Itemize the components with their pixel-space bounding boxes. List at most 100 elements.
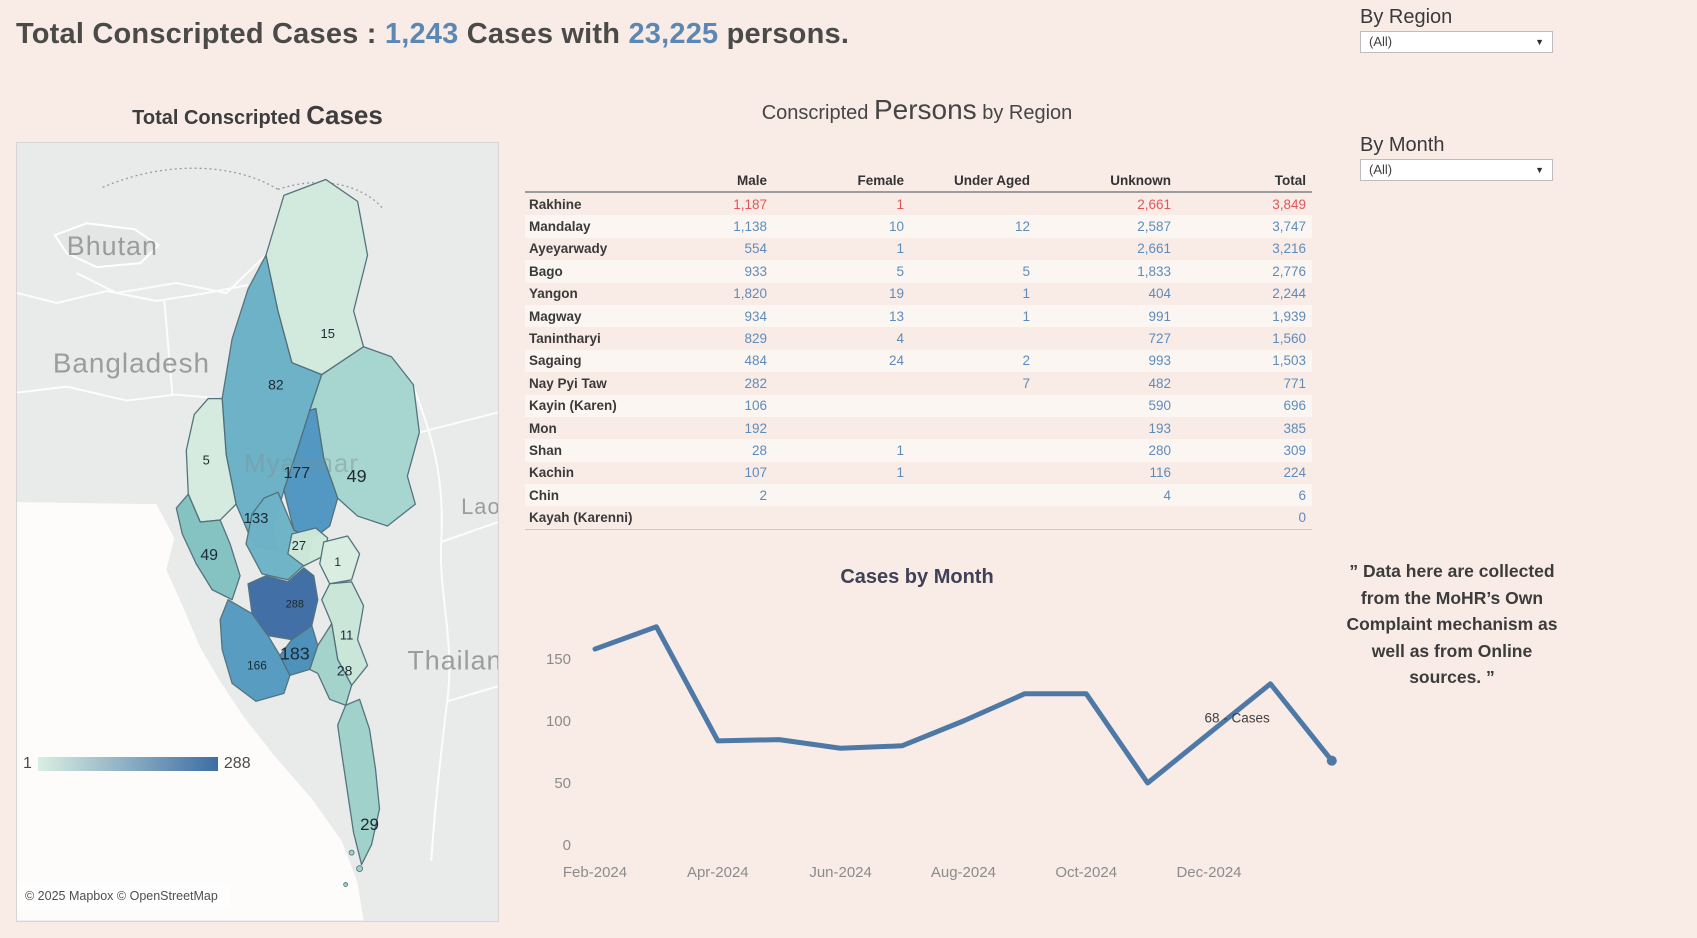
table-cell: 5	[773, 264, 910, 279]
table-row-rakhine[interactable]: Rakhine1,18712,6613,849	[525, 193, 1312, 215]
table-cell: 404	[1036, 286, 1177, 301]
table-cell: 590	[1036, 398, 1177, 413]
by-region-label: By Region	[1360, 6, 1452, 29]
table-cell: 2,776	[1177, 264, 1312, 279]
basemap-label-laos: Laos	[461, 494, 498, 519]
table-row-yangon[interactable]: Yangon1,8201914042,244	[525, 283, 1312, 305]
table-cell: 192	[657, 421, 773, 436]
table-row-kayin-karen-[interactable]: Kayin (Karen)106590696	[525, 395, 1312, 417]
region-name: Ayeyarwady	[525, 241, 657, 256]
map-region-value: 133	[244, 510, 269, 527]
table-cell: 1	[910, 309, 1036, 324]
x-axis-tick: Dec-2024	[1176, 864, 1241, 881]
map-region-value: 11	[340, 628, 353, 643]
title-prefix: Total Conscripted Cases :	[16, 18, 385, 50]
table-bottom-rule	[525, 529, 1312, 530]
region-name: Mon	[525, 421, 657, 436]
table-row-bago[interactable]: Bago933551,8332,776	[525, 260, 1312, 282]
table-title: Conscripted Persons by Region	[617, 94, 1217, 126]
map-region-value: 15	[321, 326, 335, 341]
map-title-prefix: Total Conscripted	[132, 107, 306, 129]
table-cell: 1	[773, 197, 910, 212]
table-row-tanintharyi[interactable]: Tanintharyi82947271,560	[525, 327, 1312, 349]
title-cases-count: 1,243	[385, 18, 459, 50]
table-cell: 3,747	[1177, 219, 1312, 234]
table-cell: 5	[910, 264, 1036, 279]
table-row-nay-pyi-taw[interactable]: Nay Pyi Taw2827482771	[525, 372, 1312, 394]
cases-trend-line	[595, 627, 1332, 783]
region-name: Tanintharyi	[525, 331, 657, 346]
map-region-value: 166	[247, 658, 267, 672]
map-region-value: 29	[360, 815, 379, 834]
table-row-mon[interactable]: Mon192 193385	[525, 417, 1312, 439]
table-row-magway[interactable]: Magway9341319911,939	[525, 305, 1312, 327]
table-cell: 1	[773, 443, 910, 458]
table-cell: 10	[773, 219, 910, 234]
map-region-value: 28	[337, 662, 353, 678]
y-axis-tick: 0	[563, 837, 571, 854]
table-header-row: MaleFemaleUnder AgedUnknownTotal	[525, 165, 1312, 193]
table-cell: 1,820	[657, 286, 773, 301]
region-name: Kachin	[525, 465, 657, 480]
conscripted-cases-map: BhutanBangladeshThailandLaos Myanmar 158…	[16, 142, 499, 922]
table-row-mandalay[interactable]: Mandalay1,13810122,5873,747	[525, 215, 1312, 237]
x-axis-tick: Oct-2024	[1055, 864, 1117, 881]
y-axis-tick: 100	[546, 713, 571, 730]
x-axis-tick: Apr-2024	[687, 864, 749, 881]
table-row-ayeyarwady[interactable]: Ayeyarwady55412,6613,216	[525, 238, 1312, 260]
map-region-value: 49	[347, 466, 367, 486]
persons-by-region-table: MaleFemaleUnder AgedUnknownTotal Rakhine…	[525, 165, 1312, 530]
table-cell: 1,187	[657, 197, 773, 212]
table-cell: 2	[910, 353, 1036, 368]
table-cell: 1,138	[657, 219, 773, 234]
table-cell: 107	[657, 465, 773, 480]
region-name: Rakhine	[525, 197, 657, 212]
region-name: Chin	[525, 488, 657, 503]
table-cell: 2,587	[1036, 219, 1177, 234]
region-name: Sagaing	[525, 353, 657, 368]
region-name: Shan	[525, 443, 657, 458]
table-cell: 1,560	[1177, 331, 1312, 346]
map-color-legend: 1 288	[23, 755, 251, 773]
table-row-chin[interactable]: Chin246	[525, 484, 1312, 506]
table-cell: 771	[1177, 376, 1312, 391]
x-axis-tick: Feb-2024	[563, 864, 627, 881]
table-cell: 6	[1177, 488, 1312, 503]
column-header-total: Total	[1177, 173, 1312, 188]
table-cell: 4	[773, 331, 910, 346]
table-body: Rakhine1,18712,6613,849Mandalay1,1381012…	[525, 193, 1312, 529]
table-row-sagaing[interactable]: Sagaing4842429931,503	[525, 350, 1312, 372]
table-cell: 282	[657, 376, 773, 391]
by-month-value: (All)	[1369, 160, 1392, 180]
table-row-kayah-karenni-[interactable]: Kayah (Karenni)0	[525, 506, 1312, 528]
region-name: Nay Pyi Taw	[525, 376, 657, 391]
table-cell: 193	[1036, 421, 1177, 436]
table-row-shan[interactable]: Shan281280309	[525, 439, 1312, 461]
map-attribution[interactable]: © 2025 Mapbox © OpenStreetMap	[17, 885, 230, 907]
table-cell: 0	[1177, 510, 1312, 525]
table-cell: 1	[910, 286, 1036, 301]
table-cell: 106	[657, 398, 773, 413]
map-region-value: 5	[203, 452, 210, 467]
table-cell: 280	[1036, 443, 1177, 458]
table-cell: 933	[657, 264, 773, 279]
by-month-dropdown[interactable]: (All) ▼	[1360, 159, 1553, 181]
table-row-kachin[interactable]: Kachin1071116224	[525, 462, 1312, 484]
table-cell: 1,833	[1036, 264, 1177, 279]
last-point-marker[interactable]	[1327, 756, 1337, 766]
by-month-label: By Month	[1360, 134, 1444, 157]
table-cell: 4	[1036, 488, 1177, 503]
end-point-label: 68 - Cases	[1205, 711, 1271, 726]
region-name: Magway	[525, 309, 657, 324]
map-region-value: 1	[334, 555, 341, 569]
map-region-value: 183	[280, 643, 310, 663]
by-region-value: (All)	[1369, 32, 1392, 52]
map-region-value: 288	[286, 599, 304, 611]
table-title-part3: by Region	[977, 102, 1073, 124]
table-cell: 385	[1177, 421, 1312, 436]
column-header-under-aged: Under Aged	[910, 173, 1036, 188]
column-header-unknown: Unknown	[1036, 173, 1177, 188]
by-region-dropdown[interactable]: (All) ▼	[1360, 31, 1553, 53]
y-axis-tick: 150	[546, 651, 571, 668]
basemap-label-bhutan: Bhutan	[67, 231, 158, 261]
